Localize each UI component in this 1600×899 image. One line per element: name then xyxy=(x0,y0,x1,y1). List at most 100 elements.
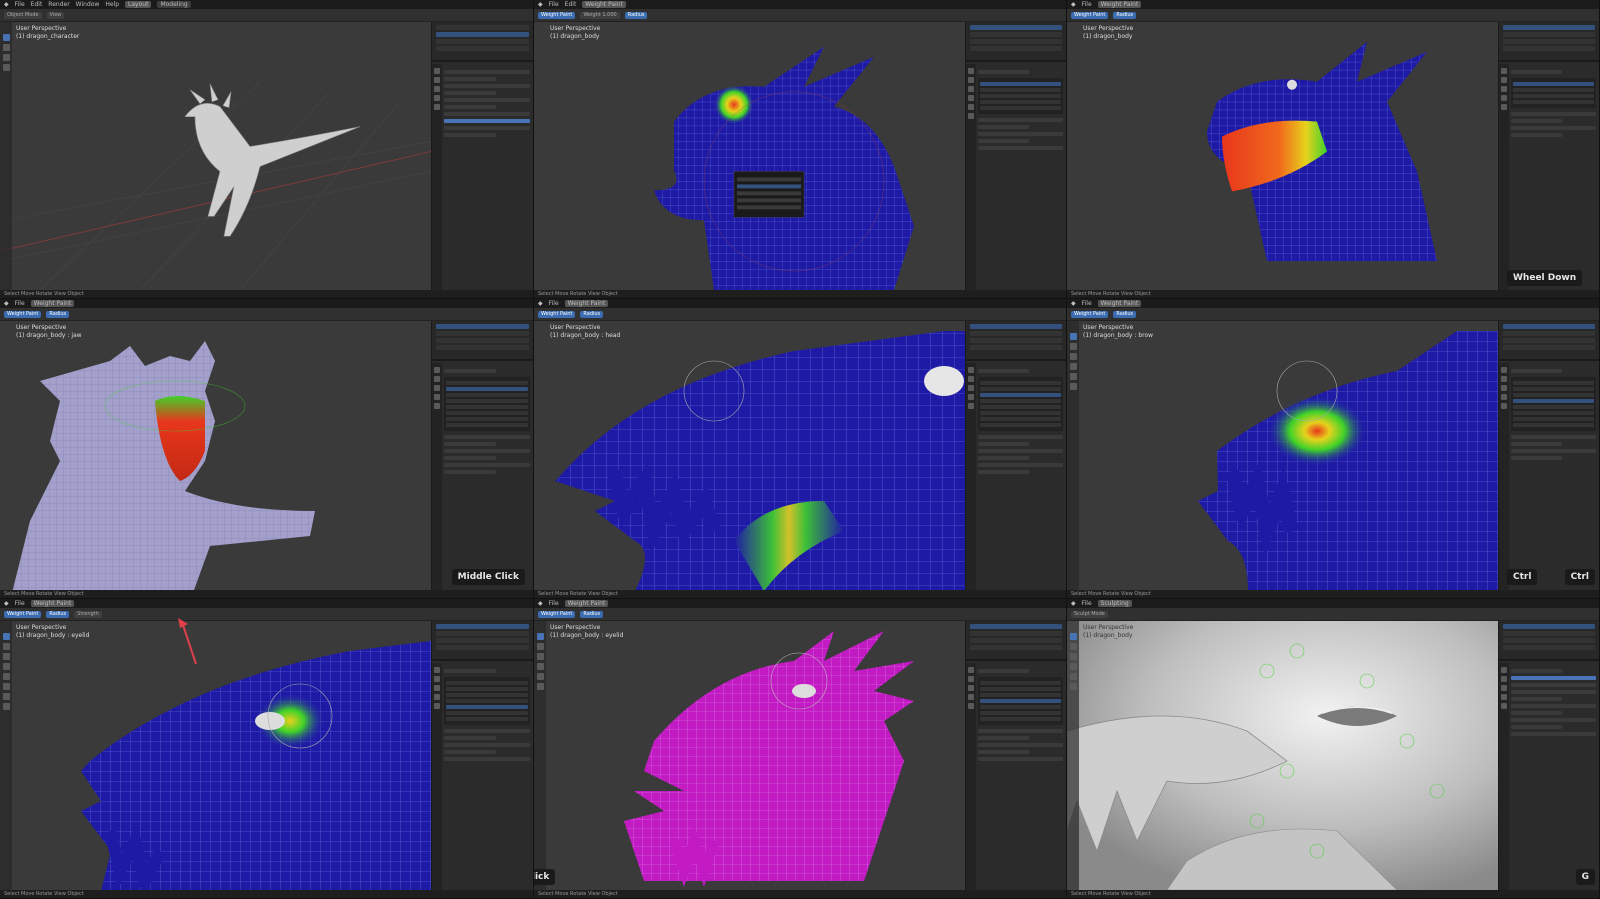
blender-logo-icon[interactable]: ◆ xyxy=(1071,600,1076,607)
tab-layout[interactable]: Layout xyxy=(125,1,152,8)
blender-logo-icon[interactable]: ◆ xyxy=(538,600,543,607)
key-indicator-shift-middle-click: Shift + Middle Click xyxy=(534,869,556,885)
tab-weight-paint[interactable]: Weight Paint xyxy=(564,600,609,607)
3d-viewport[interactable] xyxy=(534,321,965,590)
tool-shelf xyxy=(0,621,12,890)
tab-weight-paint[interactable]: Weight Paint xyxy=(1097,1,1142,8)
viewport-header: Weight Paint Radius xyxy=(534,608,1066,621)
status-bar: Select Move Rotate View Object xyxy=(1067,590,1599,598)
blender-logo-icon[interactable]: ◆ xyxy=(1071,1,1076,8)
menu-help[interactable]: Help xyxy=(105,1,119,8)
radius-field[interactable]: Radius xyxy=(1113,11,1137,19)
object-icon[interactable] xyxy=(434,86,440,92)
radius-field[interactable]: Radius xyxy=(580,310,604,318)
mode-dropdown[interactable]: Weight Paint xyxy=(538,11,576,19)
menu-file[interactable]: File xyxy=(1082,600,1092,607)
3d-viewport[interactable] xyxy=(534,22,965,290)
viewport-header: Object Mode View xyxy=(0,9,533,22)
radius-field[interactable]: Radius xyxy=(46,310,70,318)
viewport-header: Weight Paint Radius xyxy=(534,308,1066,321)
mode-dropdown[interactable]: Weight Paint xyxy=(1071,11,1109,19)
properties-editor xyxy=(1498,22,1599,290)
scale-tool-icon[interactable] xyxy=(2,64,10,71)
mode-dropdown[interactable]: Weight Paint xyxy=(1071,310,1109,318)
menu-file[interactable]: File xyxy=(1082,1,1092,8)
blender-logo-icon[interactable]: ◆ xyxy=(538,1,543,8)
vertex-groups-panel xyxy=(978,666,1063,890)
outliner-row[interactable] xyxy=(436,46,529,51)
menu-file[interactable]: File xyxy=(1082,300,1092,307)
tab-sculpting[interactable]: Sculpting xyxy=(1097,600,1132,607)
3d-viewport[interactable] xyxy=(0,321,431,590)
viewport-title: User Perspective (1) dragon_body : eyelid xyxy=(550,624,624,639)
properties-tabs xyxy=(432,64,442,290)
blender-logo-icon[interactable]: ◆ xyxy=(4,600,9,607)
mode-dropdown[interactable]: Weight Paint xyxy=(4,310,42,318)
tab-modeling[interactable]: Modeling xyxy=(157,1,191,8)
menu-edit[interactable]: Edit xyxy=(31,1,43,8)
radius-field[interactable]: Radius xyxy=(46,610,70,618)
blender-logo-icon[interactable]: ◆ xyxy=(4,1,9,8)
mode-dropdown[interactable]: Object Mode xyxy=(4,11,42,19)
radius-field[interactable]: Radius xyxy=(580,610,604,618)
viewport-header: Weight Paint Radius Strength xyxy=(0,608,533,621)
rotate-tool-icon[interactable] xyxy=(2,54,10,61)
menu-window[interactable]: Window xyxy=(76,1,100,8)
viewport-title: User Perspective (1) dragon_body : head xyxy=(550,324,621,339)
top-menu-bar: ◆ File Weight Paint xyxy=(0,599,533,608)
menu-file[interactable]: File xyxy=(549,300,559,307)
menu-render[interactable]: Render xyxy=(48,1,69,8)
3d-viewport[interactable] xyxy=(0,621,431,890)
3d-viewport[interactable] xyxy=(1067,621,1498,890)
data-icon[interactable] xyxy=(434,104,440,110)
mode-dropdown[interactable]: Weight Paint xyxy=(4,610,42,618)
tab-weight-paint[interactable]: Weight Paint xyxy=(564,300,609,307)
outliner-row[interactable] xyxy=(436,32,529,37)
radius-field[interactable]: Radius xyxy=(1113,310,1137,318)
outliner-row[interactable] xyxy=(436,39,529,44)
tab-weight-paint[interactable]: Weight Paint xyxy=(30,300,75,307)
properties-editor xyxy=(431,22,533,290)
strength-field[interactable]: Strength xyxy=(74,610,102,618)
blender-logo-icon[interactable]: ◆ xyxy=(4,300,9,307)
outliner xyxy=(1499,321,1599,361)
weight-field[interactable]: Weight 1.000 xyxy=(580,11,620,19)
menu-file[interactable]: File xyxy=(15,300,25,307)
menu-file[interactable]: File xyxy=(15,600,25,607)
mode-dropdown[interactable]: Weight Paint xyxy=(538,610,576,618)
tab-weight-paint[interactable]: Weight Paint xyxy=(30,600,75,607)
view-menu[interactable]: View xyxy=(46,11,65,19)
tab-weight-paint[interactable]: Weight Paint xyxy=(1097,300,1142,307)
radius-field[interactable]: Radius xyxy=(624,11,648,19)
tool-icon[interactable] xyxy=(434,68,440,74)
top-menu-bar: ◆ File Weight Paint xyxy=(1067,299,1599,308)
outliner-row[interactable] xyxy=(436,25,529,30)
blender-logo-icon[interactable]: ◆ xyxy=(538,300,543,307)
properties-editor xyxy=(431,621,533,890)
move-tool-icon[interactable] xyxy=(2,44,10,51)
3d-viewport[interactable] xyxy=(1067,321,1498,590)
menu-file[interactable]: File xyxy=(15,1,25,8)
panel-jaw-weights: ◆ File Weight Paint Weight Paint Radius … xyxy=(1067,0,1600,299)
menu-edit[interactable]: Edit xyxy=(565,1,577,8)
render-icon[interactable] xyxy=(434,77,440,83)
viewport-header: Weight Paint Radius xyxy=(1067,308,1599,321)
menu-file[interactable]: File xyxy=(549,600,559,607)
mode-dropdown[interactable]: Sculpt Mode xyxy=(1071,610,1108,618)
status-bar: Select Move Rotate View Object xyxy=(0,590,533,598)
status-bar: Select Move Rotate View Object xyxy=(0,290,533,298)
tab-weight-paint[interactable]: Weight Paint xyxy=(582,1,626,8)
viewport-header: Weight Paint Radius xyxy=(1067,9,1599,22)
3d-viewport[interactable] xyxy=(534,621,965,890)
tool-shelf xyxy=(0,22,12,290)
3d-viewport[interactable] xyxy=(1067,22,1498,290)
mode-dropdown[interactable]: Weight Paint xyxy=(538,310,576,318)
viewport-title: User Perspective (1) dragon_body xyxy=(1083,25,1134,40)
modifier-icon[interactable] xyxy=(434,95,440,101)
properties-editor xyxy=(965,321,1066,590)
select-tool-icon[interactable] xyxy=(2,34,10,41)
properties-tabs xyxy=(966,363,976,590)
3d-viewport[interactable] xyxy=(0,22,431,290)
blender-logo-icon[interactable]: ◆ xyxy=(1071,300,1076,307)
menu-file[interactable]: File xyxy=(549,1,559,8)
